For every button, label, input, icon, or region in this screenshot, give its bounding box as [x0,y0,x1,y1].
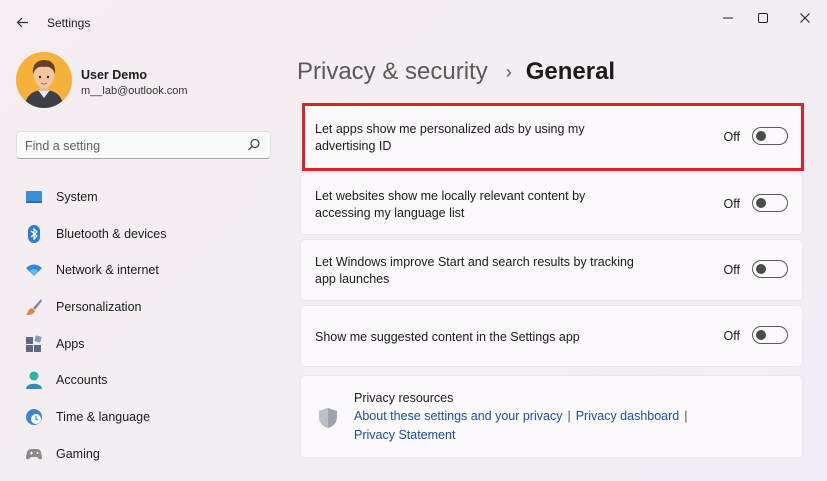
apps-icon [26,335,42,352]
link-separator: | [567,409,571,423]
avatar [16,52,72,108]
breadcrumb-parent[interactable]: Privacy & security [297,58,488,86]
sidebar-item-label: Apps [56,336,85,351]
close-icon [800,13,810,23]
maximize-button[interactable] [751,8,775,28]
toggle-state: Off [723,263,740,277]
search-icon[interactable] [247,138,261,152]
about-privacy-link[interactable]: About these settings and your privacy [354,409,562,423]
sidebar-item-time-language[interactable]: Time & language [16,398,276,435]
user-name: User Demo [81,68,147,82]
toggle-knob [756,263,766,274]
back-button[interactable] [10,10,34,34]
setting-card-suggested: Show me suggested content in the Setting… [300,305,803,367]
sidebar-item-bluetooth[interactable]: Bluetooth & devices [16,215,276,252]
toggle-state: Off [723,197,740,211]
resources-links-row-2: Privacy Statement [354,428,455,442]
title-bar: Settings [0,0,827,40]
setting-card-app-launches: Let Windows improve Start and search res… [300,239,803,301]
sidebar-item-system[interactable]: System [16,178,276,215]
suggested-content-toggle[interactable] [752,326,788,344]
clock-globe-icon [26,409,42,426]
accounts-icon [26,371,42,390]
sidebar-item-network[interactable]: Network & internet [16,251,276,288]
page-title: General [525,58,616,85]
resources-links-row: About these settings and your privacy | Pr… [354,409,693,423]
sidebar-item-label: Time & language [56,410,151,425]
user-email: m__lab@outlook.com [81,85,188,97]
search-input[interactable] [25,137,235,155]
link-separator: | [684,409,688,423]
language-toggle[interactable] [752,194,788,212]
privacy-dashboard-link[interactable]: Privacy dashboard [576,409,680,423]
maximize-icon [758,13,768,23]
back-arrow-icon [16,17,28,27]
toggle-knob [756,329,766,340]
privacy-statement-link[interactable]: Privacy Statement [354,428,455,442]
setting-label: Show me suggested content in the Setting… [315,330,580,344]
toggle-knob [756,197,766,208]
sidebar-item-label: Personalization [56,300,142,315]
sidebar-nav: System Bluetooth & devices Network & int… [16,178,276,472]
system-icon [26,191,42,203]
sidebar-item-label: Gaming [56,446,100,461]
brush-icon [26,299,42,316]
sidebar-item-label: System [56,190,98,204]
resources-title: Privacy resources [354,391,454,405]
sidebar-item-apps[interactable]: Apps [16,325,276,362]
minimize-button[interactable] [716,8,740,28]
gamepad-icon [26,448,42,460]
wifi-icon [26,264,42,277]
highlight-box [302,103,804,171]
user-profile[interactable]: User Demo m__lab@outlook.com [16,52,276,112]
setting-label: Let websites show me locally relevant co… [315,189,586,220]
minimize-icon [723,17,733,19]
app-title: Settings [47,16,91,30]
breadcrumb: Privacy & security › General [297,55,615,89]
sidebar-item-personalization[interactable]: Personalization [16,288,276,325]
setting-card-language: Let websites show me locally relevant co… [300,173,803,235]
sidebar-item-gaming[interactable]: Gaming [16,435,276,472]
sidebar-item-accounts[interactable]: Accounts [16,361,276,398]
chevron-right-icon: › [505,61,512,82]
setting-label: Let Windows improve Start and search res… [315,255,634,286]
app-launches-toggle[interactable] [752,260,788,278]
sidebar-item-label: Accounts [56,373,108,388]
toggle-state: Off [723,329,740,343]
bluetooth-icon [28,224,40,243]
sidebar-item-label: Network & internet [56,263,159,278]
close-button[interactable] [793,8,817,28]
sidebar-item-label: Bluetooth & devices [56,226,167,241]
search-box[interactable] [16,131,271,159]
privacy-resources-card: Privacy resources About these settings a… [300,375,803,458]
shield-icon [319,408,337,428]
